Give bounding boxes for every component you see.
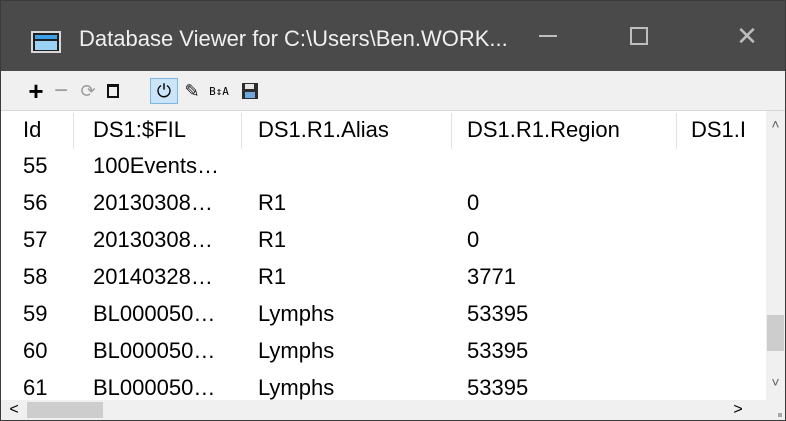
cell-alias: Lymphs [258, 338, 335, 363]
cell-id: 57 [23, 227, 48, 252]
pencil-icon: ✎ [184, 80, 200, 101]
power-toggle-button[interactable]: ⏻ [150, 78, 178, 104]
column-header-ds[interactable]: DS1.I [691, 117, 761, 143]
cell-alias: R1 [258, 227, 287, 252]
cell-fil: BL000050… [93, 301, 216, 326]
cell-alias: Lymphs [258, 375, 335, 400]
minus-icon: − [53, 77, 68, 104]
vertical-scrollbar[interactable]: ˄ ˅ [766, 111, 785, 400]
cell-alias: R1 [258, 190, 287, 215]
scroll-right-button[interactable]: > [729, 400, 747, 420]
chevron-left-icon: < [9, 401, 19, 418]
refresh-icon: ⟳ [80, 80, 96, 101]
minimize-button[interactable] [510, 1, 586, 71]
cell-fil: 20130308… [93, 190, 213, 215]
maximize-button[interactable] [601, 1, 677, 71]
cell-id: 60 [23, 338, 48, 363]
cell-region: 53395 [467, 338, 529, 363]
power-icon: ⏻ [156, 80, 172, 101]
app-icon [31, 31, 61, 53]
toolbar: + − ⟳ ⏻ ✎ B↕A [1, 71, 785, 111]
horizontal-scroll-thumb[interactable] [27, 402, 103, 418]
delete-button[interactable] [102, 78, 124, 104]
cell-fil: BL000050… [93, 375, 216, 400]
refresh-button[interactable]: ⟳ [78, 78, 98, 104]
cell-fil: BL000050… [93, 338, 216, 363]
horizontal-scrollbar[interactable]: < > [1, 400, 766, 420]
maximize-icon [630, 27, 648, 45]
window-title: Database Viewer for C:\Users\Ben.WORK... [79, 26, 508, 51]
table-row[interactable]: 57 20130308… R1 0 [1, 221, 766, 261]
cell-id: 61 [23, 375, 48, 400]
table-row[interactable]: 60 BL000050… Lymphs 53395 [1, 332, 766, 372]
cell-region: 3771 [467, 264, 516, 289]
minimize-icon [539, 35, 557, 37]
data-grid[interactable]: Id DS1:$FIL DS1.R1.Alias DS1.R1.Region D… [1, 111, 766, 400]
column-header-fil[interactable]: DS1:$FIL [93, 117, 233, 143]
column-divider[interactable] [73, 113, 74, 149]
cell-alias: Lymphs [258, 301, 335, 326]
chevron-up-icon: ˄ [771, 116, 780, 132]
add-row-button[interactable]: + [25, 75, 47, 106]
cell-fil: 20140328… [93, 264, 213, 289]
sort-icon: B↕A [209, 84, 229, 98]
cell-region: 53395 [467, 301, 529, 326]
column-divider[interactable] [241, 113, 242, 149]
cell-id: 58 [23, 264, 48, 289]
chevron-down-icon: ˅ [771, 374, 780, 390]
cell-id: 56 [23, 190, 48, 215]
table-row[interactable]: 59 BL000050… Lymphs 53395 [1, 295, 766, 335]
edit-button[interactable]: ✎ [183, 78, 201, 104]
scroll-down-button[interactable]: ˅ [766, 369, 785, 395]
header-row: Id DS1:$FIL DS1.R1.Alias DS1.R1.Region D… [1, 111, 766, 151]
sort-button[interactable]: B↕A [207, 78, 231, 104]
resize-corner[interactable] [766, 400, 785, 420]
column-header-id[interactable]: Id [23, 117, 71, 143]
title-bar[interactable]: Database Viewer for C:\Users\Ben.WORK...… [1, 1, 785, 71]
resize-grip-icon [778, 413, 782, 417]
close-button[interactable]: ✕ [709, 1, 785, 71]
database-viewer-window: Database Viewer for C:\Users\Ben.WORK...… [0, 0, 786, 421]
scroll-left-button[interactable]: < [5, 400, 23, 420]
table-row[interactable]: 58 20140328… R1 3771 [1, 258, 766, 298]
remove-row-button[interactable]: − [52, 77, 70, 104]
close-icon: ✕ [736, 20, 758, 51]
save-button[interactable] [239, 78, 261, 104]
cell-fil: 20130308… [93, 227, 213, 252]
column-header-region[interactable]: DS1.R1.Region [467, 117, 677, 143]
column-header-alias[interactable]: DS1.R1.Alias [258, 117, 448, 143]
cell-fil: 100Events… [93, 153, 219, 178]
cell-region: 53395 [467, 375, 529, 400]
scroll-up-button[interactable]: ˄ [766, 111, 785, 137]
cell-alias: R1 [258, 264, 287, 289]
chevron-right-icon: > [733, 401, 743, 418]
plus-icon: + [28, 75, 44, 106]
column-divider[interactable] [676, 113, 677, 149]
trash-icon [107, 84, 119, 98]
vertical-scroll-thumb[interactable] [767, 315, 784, 351]
table-row[interactable]: 56 20130308… R1 0 [1, 184, 766, 224]
cell-region: 0 [467, 227, 480, 252]
cell-region: 0 [467, 190, 480, 215]
table-row[interactable]: 55 100Events… [1, 147, 766, 187]
cell-id: 55 [23, 153, 48, 178]
table-row[interactable]: 61 BL000050… Lymphs 53395 [1, 369, 766, 400]
save-icon [242, 83, 258, 99]
cell-id: 59 [23, 301, 48, 326]
column-divider[interactable] [451, 113, 452, 149]
